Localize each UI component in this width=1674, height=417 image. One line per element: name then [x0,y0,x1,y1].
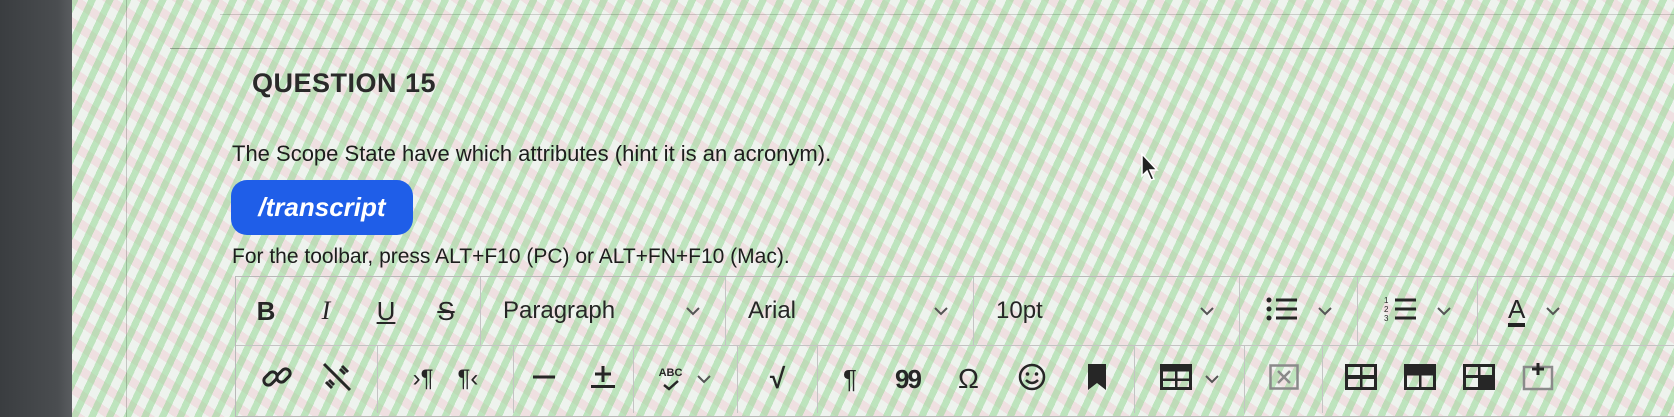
toolbar-row-2: ›¶ ¶‹ ABC √ ¶ 99 Ω [236,345,1674,413]
italic-button[interactable]: I [296,277,356,345]
insert-group [514,345,634,413]
spellcheck-icon: ABC [658,367,683,391]
underline-button[interactable]: U [356,277,416,345]
font-family-value: Arial [748,297,797,324]
font-size-select[interactable]: 10pt [974,277,1240,345]
paragraph-mark-button[interactable]: ¶ [843,345,857,413]
strikethrough-button[interactable]: S [416,277,476,345]
chevron-down-icon [933,303,949,319]
text-style-group: B I U S [236,277,481,345]
direction-group: ›¶ ¶‹ [378,345,514,413]
font-size-value: 10pt [996,297,1043,324]
text-color-button[interactable]: A [1478,277,1674,345]
question-divider [170,48,1674,49]
table-insert-button[interactable] [1135,345,1245,413]
top-divider [220,14,1674,15]
block-format-value: Paragraph [503,297,616,324]
numbered-list-icon: 123 [1384,295,1418,328]
rtl-button[interactable]: ¶‹ [458,345,479,413]
chevron-down-icon [1317,303,1333,319]
svg-text:2: 2 [1384,305,1389,314]
spellcheck-button[interactable]: ABC [634,345,738,413]
bold-button[interactable]: B [236,277,296,345]
math-icon: √ [769,363,786,394]
chevron-down-icon [1204,371,1220,387]
svg-text:1: 1 [1384,296,1389,305]
table-icon [1159,363,1192,395]
question-text: The Scope State have which attributes (h… [232,141,832,166]
format-extra-group: ¶ 99 Ω [818,345,1135,413]
chevron-down-icon [1545,303,1561,319]
bullet-list-icon [1265,295,1299,328]
svg-text:3: 3 [1384,314,1389,323]
chevron-down-icon [685,303,701,319]
left-bezel [0,0,72,417]
chevron-down-icon [696,371,712,387]
delete-table-icon [1268,363,1299,395]
cell-props-icon[interactable] [1522,362,1554,396]
link-icon[interactable] [260,360,294,399]
delete-table-button[interactable] [1245,345,1323,413]
delete-row-icon[interactable] [1462,363,1495,395]
table-row-group [1323,345,1575,413]
bookmark-icon[interactable] [1085,362,1109,397]
spellcheck-label: ABC [658,367,683,379]
ltr-button[interactable]: ›¶ [413,345,434,413]
plus-minus-icon[interactable] [589,363,617,396]
font-family-select[interactable]: Arial [726,277,974,345]
special-char-button[interactable]: Ω [958,345,979,413]
toolbar-hint: For the toolbar, press ALT+F10 (PC) or A… [232,245,790,268]
row-before-icon[interactable] [1344,363,1377,395]
block-format-select[interactable]: Paragraph [481,277,726,345]
link-group [236,345,378,413]
question-title: QUESTION 15 [252,68,437,98]
unlink-icon[interactable] [320,360,354,399]
mouse-cursor-icon [1140,152,1160,187]
mathjax-button[interactable]: √ [738,345,818,413]
editor-toolbar: B I U S Paragraph Arial 10pt 123 A ›¶ ¶‹… [235,276,1674,417]
text-color-icon: A [1508,295,1526,327]
bullet-list-button[interactable] [1240,277,1358,345]
blockquote-button[interactable]: 99 [895,345,922,413]
numbered-list-button[interactable]: 123 [1358,277,1478,345]
chevron-down-icon [1199,303,1215,319]
emoji-icon[interactable] [1017,362,1047,397]
toolbar-row-1: B I U S Paragraph Arial 10pt 123 A [236,277,1674,346]
transcript-button[interactable]: /transcript [231,180,413,235]
chevron-down-icon [1436,303,1452,319]
horizontal-line-icon[interactable] [531,364,557,395]
row-after-icon[interactable] [1403,363,1436,395]
